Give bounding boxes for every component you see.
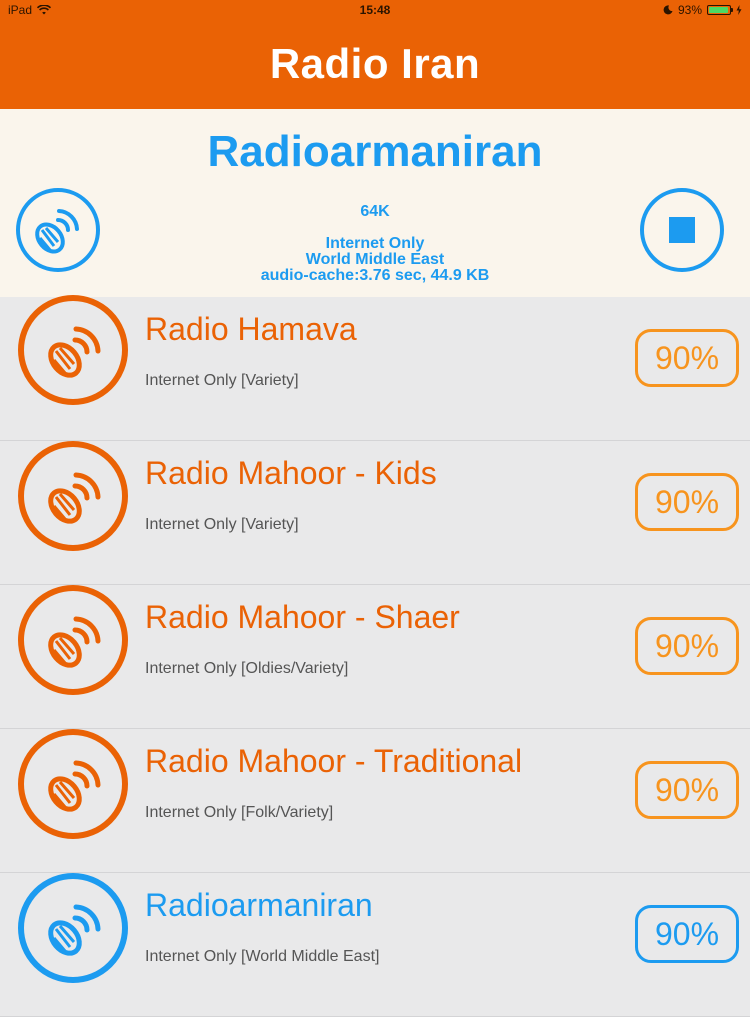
quality-badge[interactable]: 90% bbox=[635, 761, 739, 819]
station-row[interactable]: Radio Mahoor - Kids Internet Only [Varie… bbox=[0, 441, 750, 585]
station-name: Radioarmaniran bbox=[145, 887, 373, 923]
radio-waves-icon bbox=[48, 904, 101, 956]
page-title: Radio Iran bbox=[269, 40, 481, 87]
radio-waves-icon bbox=[48, 760, 101, 812]
battery-icon bbox=[707, 5, 733, 15]
station-radio-icon bbox=[18, 873, 128, 983]
station-name: Radio Mahoor - Kids bbox=[145, 455, 437, 491]
status-time: 15:48 bbox=[359, 3, 391, 17]
station-genre: Internet Only [Folk/Variety] bbox=[145, 804, 334, 821]
quality-badge[interactable]: 90% bbox=[635, 905, 739, 963]
station-genre: Internet Only [Oldies/Variety] bbox=[145, 660, 349, 677]
now-playing-source: Internet Only bbox=[325, 235, 425, 252]
station-name: Radio Mahoor - Traditional bbox=[145, 743, 523, 779]
station-name: Radio Hamava bbox=[145, 311, 357, 347]
quality-badge[interactable]: 90% bbox=[635, 329, 739, 387]
now-playing-genre: World Middle East bbox=[305, 251, 445, 268]
station-name: Radio Mahoor - Shaer bbox=[145, 599, 460, 635]
station-genre: Internet Only [Variety] bbox=[145, 372, 299, 389]
station-row[interactable]: Radioarmaniran Internet Only [World Midd… bbox=[0, 873, 750, 1017]
stop-icon bbox=[669, 217, 695, 243]
charging-icon bbox=[736, 5, 742, 15]
station-row[interactable]: Radio Mahoor - Shaer Internet Only [Oldi… bbox=[0, 585, 750, 729]
quality-badge[interactable]: 90% bbox=[635, 617, 739, 675]
quality-badge[interactable]: 90% bbox=[635, 473, 739, 531]
station-radio-icon bbox=[18, 441, 128, 551]
stop-button[interactable] bbox=[640, 188, 724, 272]
now-playing-cache: audio-cache:3.76 sec, 44.9 KB bbox=[260, 267, 490, 284]
status-bar: iPad 15:48 93% bbox=[0, 0, 750, 22]
status-bar-right: 93% bbox=[663, 3, 742, 17]
radio-waves-icon bbox=[48, 472, 101, 524]
radio-waves-icon bbox=[48, 326, 101, 378]
station-genre: Internet Only [Variety] bbox=[145, 516, 299, 533]
station-row[interactable]: Radio Mahoor - Traditional Internet Only… bbox=[0, 729, 750, 873]
station-radio-icon bbox=[18, 729, 128, 839]
station-radio-icon bbox=[18, 295, 128, 405]
station-row[interactable]: Radio Hamava Internet Only [Variety] 90% bbox=[0, 295, 750, 441]
now-playing-name: Radioarmaniran bbox=[207, 127, 543, 176]
now-playing-bitrate: 64K bbox=[360, 203, 390, 220]
moon-icon bbox=[663, 5, 673, 15]
station-radio-icon bbox=[18, 585, 128, 695]
radio-waves-icon bbox=[48, 616, 101, 668]
station-genre: Internet Only [World Middle East] bbox=[145, 948, 380, 965]
now-playing-panel: Radioarmaniran 64K Internet Only World M… bbox=[0, 109, 750, 297]
battery-percent: 93% bbox=[677, 3, 702, 17]
nav-bar: Radio Iran bbox=[0, 22, 750, 109]
